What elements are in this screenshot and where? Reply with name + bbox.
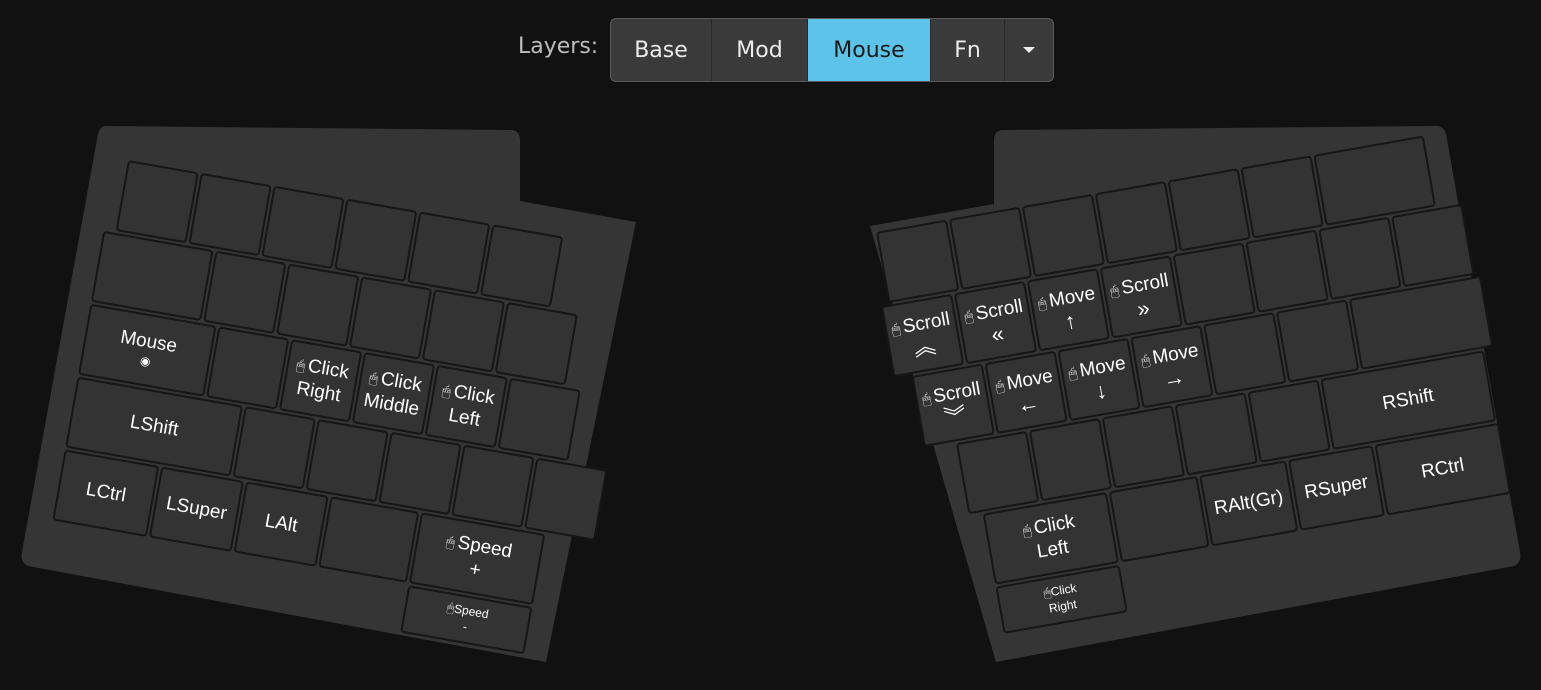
key-label: Click bbox=[1032, 511, 1077, 540]
arrow-left-icon: ← bbox=[1015, 389, 1042, 418]
key[interactable] bbox=[494, 301, 579, 386]
mouse-icon: 🖱 bbox=[920, 390, 933, 408]
key[interactable] bbox=[1108, 475, 1210, 563]
mouse-icon: 🖱 bbox=[368, 369, 380, 387]
key-scroll-down[interactable]: 🖱Scroll ︾ bbox=[911, 363, 995, 447]
arrow-down-icon: ↓ bbox=[1093, 377, 1109, 404]
key[interactable] bbox=[348, 276, 433, 360]
key-move-down[interactable]: 🖱Move ↓ bbox=[1057, 337, 1141, 422]
mouse-icon: 🖱 bbox=[994, 377, 1006, 395]
key[interactable] bbox=[203, 250, 287, 334]
mouse-icon: 🖱 bbox=[1021, 521, 1033, 540]
key[interactable] bbox=[1094, 180, 1179, 265]
key-ralt-gr[interactable]: RAlt(Gr) bbox=[1199, 460, 1299, 547]
key[interactable] bbox=[1275, 299, 1360, 383]
key-label: Left bbox=[446, 404, 482, 431]
key[interactable] bbox=[1247, 379, 1331, 463]
mouse-icon: 🖱 bbox=[1109, 281, 1121, 300]
mouse-icon: 🖱 bbox=[1036, 294, 1048, 312]
key-label: LAlt bbox=[263, 510, 300, 537]
key-label: RCtrl bbox=[1419, 454, 1466, 483]
key[interactable] bbox=[1028, 417, 1113, 502]
key[interactable] bbox=[451, 444, 535, 529]
key[interactable] bbox=[1391, 203, 1475, 288]
double-chevron-left-icon: « bbox=[989, 320, 1006, 348]
double-chevron-right-icon: » bbox=[1135, 294, 1152, 322]
key-lsuper[interactable]: LSuper bbox=[148, 466, 245, 552]
key[interactable] bbox=[275, 263, 360, 347]
key-scroll-left[interactable]: 🖱Scroll « bbox=[953, 280, 1038, 365]
mouse-icon: 🖱 bbox=[295, 356, 307, 374]
key-label: RShift bbox=[1380, 384, 1436, 415]
key[interactable] bbox=[1101, 405, 1186, 489]
key-label: LCtrl bbox=[84, 479, 128, 507]
key-click-middle[interactable]: 🖱Click Middle bbox=[351, 351, 436, 436]
key[interactable] bbox=[524, 457, 608, 541]
key[interactable] bbox=[1021, 193, 1106, 278]
wifi-icon: ◉ bbox=[138, 353, 152, 369]
key-click-left[interactable]: 🖱Click Left bbox=[424, 364, 509, 449]
key[interactable] bbox=[1174, 392, 1258, 476]
key[interactable] bbox=[334, 198, 418, 282]
double-chevron-up-icon: ︽ bbox=[911, 332, 938, 361]
key[interactable] bbox=[421, 289, 506, 373]
key[interactable] bbox=[1203, 312, 1287, 396]
key-label: + bbox=[467, 558, 483, 582]
key-label: LShift bbox=[128, 411, 180, 441]
key-label: RAlt(Gr) bbox=[1212, 486, 1285, 520]
key-label: Left bbox=[1035, 536, 1071, 563]
key-label: LSuper bbox=[164, 493, 229, 525]
mouse-icon: 🖱 bbox=[445, 533, 457, 551]
key-click-right[interactable]: 🖱Click Right bbox=[278, 339, 363, 423]
key[interactable] bbox=[1240, 155, 1324, 239]
key[interactable] bbox=[1318, 216, 1402, 301]
key-scroll-up[interactable]: 🖱Scroll ︽ bbox=[880, 293, 965, 378]
key[interactable] bbox=[479, 224, 564, 308]
key[interactable] bbox=[115, 160, 199, 244]
key[interactable] bbox=[305, 418, 389, 503]
key-move-left[interactable]: 🖱Move ← bbox=[984, 350, 1068, 435]
key[interactable] bbox=[318, 496, 420, 583]
key[interactable] bbox=[261, 185, 345, 270]
key[interactable] bbox=[188, 172, 272, 257]
key[interactable] bbox=[955, 430, 1040, 515]
key[interactable] bbox=[948, 206, 1033, 291]
key[interactable] bbox=[206, 326, 290, 410]
key-label: - bbox=[461, 619, 469, 634]
key-lalt[interactable]: LAlt bbox=[233, 481, 329, 567]
key[interactable] bbox=[1172, 242, 1256, 326]
key[interactable] bbox=[407, 211, 491, 295]
mouse-icon: 🖱 bbox=[1067, 364, 1079, 382]
key-label: Speed bbox=[455, 532, 514, 563]
double-chevron-down-icon: ︾ bbox=[942, 402, 969, 431]
mouse-icon: 🖱 bbox=[441, 382, 453, 400]
key-rsuper[interactable]: RSuper bbox=[1287, 445, 1386, 531]
mouse-icon: 🖱 bbox=[963, 307, 975, 325]
arrow-right-icon: → bbox=[1160, 363, 1187, 393]
key-move-right[interactable]: 🖱Move → bbox=[1130, 324, 1214, 409]
key-label: Speed bbox=[453, 601, 490, 622]
key[interactable] bbox=[1245, 229, 1329, 313]
mouse-icon: 🖱 bbox=[890, 320, 902, 338]
key[interactable] bbox=[1167, 168, 1251, 252]
key-scroll-right[interactable]: 🖱Scroll » bbox=[1099, 255, 1184, 339]
key[interactable] bbox=[232, 406, 316, 490]
key[interactable] bbox=[876, 219, 960, 303]
arrow-up-icon: ↑ bbox=[1062, 307, 1078, 335]
key-label: Right bbox=[1047, 596, 1078, 616]
key[interactable] bbox=[497, 377, 581, 462]
key-label: RSuper bbox=[1302, 471, 1370, 504]
key-move-up[interactable]: 🖱Move ↑ bbox=[1026, 268, 1111, 352]
key[interactable] bbox=[378, 431, 462, 516]
mouse-icon: 🖱 bbox=[1140, 351, 1152, 369]
